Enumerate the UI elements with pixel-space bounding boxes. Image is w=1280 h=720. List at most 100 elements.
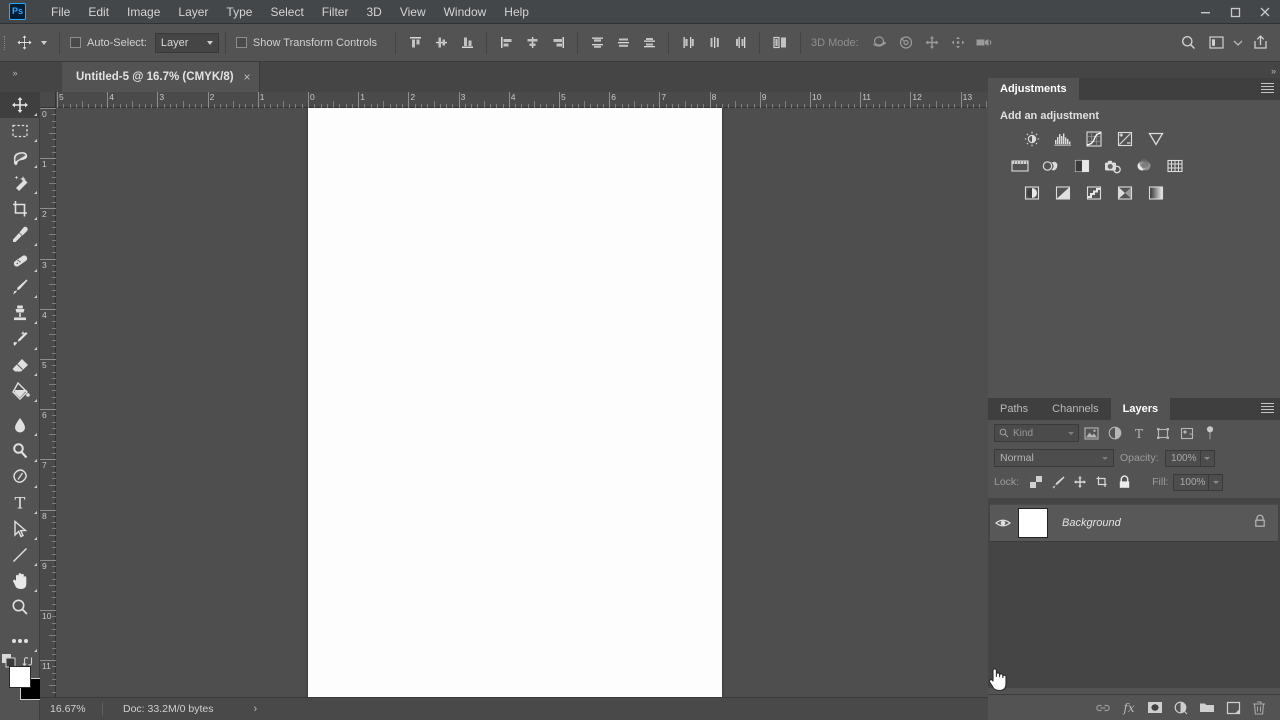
filter-type-icon[interactable]: T bbox=[1127, 422, 1151, 444]
align-vertical-centers-icon[interactable] bbox=[428, 31, 454, 55]
ruler-corner[interactable] bbox=[40, 92, 56, 108]
close-button[interactable] bbox=[1250, 0, 1280, 24]
blur-tool[interactable] bbox=[0, 412, 40, 438]
horizontal-ruler[interactable]: 5 4 3 2 1 0 1 2 3 4 5 6 7 8 9 10 11 12 13 bbox=[40, 92, 988, 108]
delete-layer-button[interactable] bbox=[1246, 696, 1272, 720]
chevron-down-icon[interactable] bbox=[1230, 30, 1246, 56]
rectangular-marquee-tool[interactable] bbox=[0, 118, 40, 144]
collapse-panels-icon[interactable]: » bbox=[4, 62, 26, 84]
new-group-button[interactable] bbox=[1194, 696, 1220, 720]
workspace-icon[interactable] bbox=[1202, 30, 1230, 56]
lock-all-icon[interactable] bbox=[1114, 472, 1134, 492]
roll-3d-camera-icon[interactable] bbox=[893, 31, 919, 55]
distribute-left-edges-icon[interactable] bbox=[675, 31, 701, 55]
posterize-icon[interactable] bbox=[1053, 184, 1073, 202]
tool-preset-picker[interactable] bbox=[9, 31, 53, 55]
eraser-tool[interactable] bbox=[0, 352, 40, 378]
document-tab[interactable]: Untitled-5 @ 16.7% (CMYK/8) × bbox=[62, 62, 260, 92]
search-icon[interactable] bbox=[1174, 30, 1202, 56]
menu-item-3d[interactable]: 3D bbox=[357, 3, 390, 21]
filter-toggle-icon[interactable] bbox=[1205, 425, 1215, 441]
distribute-bottom-edges-icon[interactable] bbox=[636, 31, 662, 55]
brightness-contrast-icon[interactable] bbox=[1022, 130, 1042, 148]
eye-icon[interactable] bbox=[990, 517, 1016, 529]
new-fill-adjustment-button[interactable] bbox=[1168, 696, 1194, 720]
menu-item-select[interactable]: Select bbox=[261, 3, 312, 21]
gradient-map-icon[interactable] bbox=[1146, 184, 1166, 202]
auto-select-scope-dropdown[interactable]: Layer bbox=[154, 32, 219, 53]
hand-tool[interactable] bbox=[0, 568, 40, 594]
menu-item-type[interactable]: Type bbox=[217, 3, 261, 21]
vibrance-icon[interactable] bbox=[1146, 130, 1166, 148]
pen-tool[interactable] bbox=[0, 464, 40, 490]
zoom-level[interactable]: 16.67% bbox=[40, 703, 98, 715]
lock-artboard-icon[interactable] bbox=[1092, 472, 1112, 492]
layer-style-button[interactable]: fx bbox=[1116, 696, 1142, 720]
filter-smart-object-icon[interactable] bbox=[1175, 422, 1199, 444]
layer-mask-button[interactable] bbox=[1142, 696, 1168, 720]
dodge-tool[interactable] bbox=[0, 438, 40, 464]
fill-input[interactable]: 100% bbox=[1173, 473, 1210, 491]
layer-name[interactable]: Background bbox=[1062, 517, 1121, 529]
tab-channels[interactable]: Channels bbox=[1040, 398, 1111, 420]
align-left-edges-icon[interactable] bbox=[493, 31, 519, 55]
channel-mixer-icon[interactable] bbox=[1134, 157, 1154, 175]
lock-position-icon[interactable] bbox=[1070, 472, 1090, 492]
filter-adjustment-icon[interactable] bbox=[1103, 422, 1127, 444]
align-bottom-edges-icon[interactable] bbox=[454, 31, 480, 55]
zoom-tool[interactable] bbox=[0, 594, 40, 620]
layer-list[interactable]: Background bbox=[988, 498, 1280, 688]
curves-icon[interactable] bbox=[1084, 130, 1104, 148]
tab-paths[interactable]: Paths bbox=[988, 398, 1041, 420]
canvas-scroll-pane[interactable] bbox=[56, 108, 988, 720]
status-expand-icon[interactable]: › bbox=[253, 703, 257, 715]
levels-icon[interactable] bbox=[1053, 130, 1073, 148]
panel-menu-icon[interactable] bbox=[1261, 83, 1274, 95]
move-tool[interactable] bbox=[0, 92, 40, 118]
black-white-icon[interactable] bbox=[1072, 157, 1092, 175]
table-row[interactable]: Background bbox=[990, 504, 1278, 542]
close-icon[interactable]: × bbox=[244, 71, 251, 83]
opacity-stepper[interactable] bbox=[1200, 449, 1215, 467]
edit-toolbar-button[interactable] bbox=[0, 628, 40, 654]
auto-align-layers-icon[interactable] bbox=[766, 31, 794, 55]
share-icon[interactable] bbox=[1246, 30, 1274, 56]
color-balance-icon[interactable] bbox=[1041, 157, 1061, 175]
distribute-vertical-centers-icon[interactable] bbox=[610, 31, 636, 55]
canvas[interactable] bbox=[308, 108, 722, 698]
orbit-3d-camera-icon[interactable] bbox=[867, 31, 893, 55]
slide-3d-camera-icon[interactable] bbox=[945, 31, 971, 55]
tab-layers[interactable]: Layers bbox=[1110, 398, 1171, 420]
align-right-edges-icon[interactable] bbox=[545, 31, 571, 55]
threshold-icon[interactable] bbox=[1084, 184, 1104, 202]
filter-pixel-icon[interactable] bbox=[1079, 422, 1103, 444]
lock-image-pixels-icon[interactable] bbox=[1048, 472, 1068, 492]
horizontal-type-tool[interactable]: T bbox=[0, 490, 40, 516]
menu-item-file[interactable]: File bbox=[42, 3, 79, 21]
photo-filter-icon[interactable] bbox=[1103, 157, 1123, 175]
menu-item-layer[interactable]: Layer bbox=[169, 3, 217, 21]
options-bar-grip[interactable] bbox=[0, 24, 9, 62]
fill-stepper[interactable] bbox=[1209, 473, 1224, 491]
panel-menu-icon[interactable] bbox=[1261, 403, 1274, 415]
exposure-icon[interactable] bbox=[1115, 130, 1135, 148]
tab-adjustments[interactable]: Adjustments bbox=[988, 78, 1079, 100]
link-layers-button[interactable] bbox=[1090, 696, 1116, 720]
gradient-tool[interactable] bbox=[0, 378, 40, 404]
menu-item-image[interactable]: Image bbox=[118, 3, 169, 21]
auto-select-checkbox[interactable]: Auto-Select: bbox=[66, 37, 151, 49]
clone-stamp-tool[interactable] bbox=[0, 300, 40, 326]
menu-item-filter[interactable]: Filter bbox=[313, 3, 358, 21]
align-horizontal-centers-icon[interactable] bbox=[519, 31, 545, 55]
hue-saturation-icon[interactable] bbox=[1010, 157, 1030, 175]
filter-shape-icon[interactable] bbox=[1151, 422, 1175, 444]
eyedropper-tool[interactable] bbox=[0, 222, 40, 248]
layer-thumbnail[interactable] bbox=[1018, 508, 1048, 538]
new-layer-button[interactable] bbox=[1220, 696, 1246, 720]
line-tool[interactable] bbox=[0, 542, 40, 568]
align-top-edges-icon[interactable] bbox=[402, 31, 428, 55]
lock-transparent-pixels-icon[interactable] bbox=[1026, 472, 1046, 492]
distribute-top-edges-icon[interactable] bbox=[584, 31, 610, 55]
expand-panels-icon[interactable]: » bbox=[1271, 66, 1276, 76]
invert-icon[interactable] bbox=[1022, 184, 1042, 202]
